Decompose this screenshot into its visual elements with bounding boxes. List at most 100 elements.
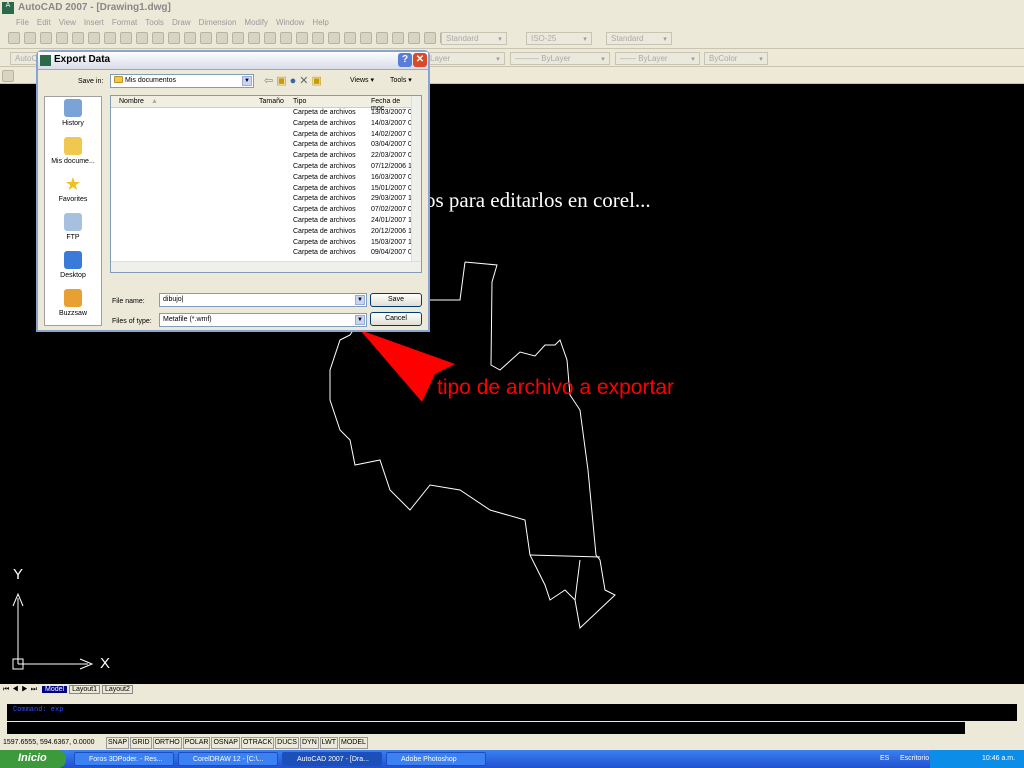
menu-format[interactable]: Format [112,16,137,29]
toolbar-button[interactable] [312,32,324,44]
status-toggle-dyn[interactable]: DYN [299,737,319,749]
tab-nav-arrows[interactable]: ⏮◀▶⏭ [0,686,40,693]
toolbar-button[interactable] [296,32,308,44]
place-favorites[interactable]: ★ Favorites [45,173,101,211]
toolbar-button[interactable] [376,32,388,44]
toolbar-button[interactable] [264,32,276,44]
toolbar-button[interactable] [280,32,292,44]
toolbar-button[interactable] [72,32,84,44]
toolbar-button[interactable] [152,32,164,44]
text-style-combo[interactable]: Standard ▾ [441,32,507,45]
file-row[interactable]: IncompleteCarpeta de archivos24/01/2007 … [111,216,421,227]
file-row[interactable]: DELL 670Carpeta de archivos15/01/2007 0 [111,184,421,195]
menu-draw[interactable]: Draw [172,16,191,29]
menu-insert[interactable]: Insert [84,16,104,29]
toolbar-button[interactable] [136,32,148,44]
toolbar-button[interactable] [104,32,116,44]
horizontal-scrollbar[interactable] [111,261,421,272]
file-row[interactable]: curitibaCarpeta de archivos07/12/2006 1 [111,162,421,173]
dim-style-combo[interactable]: ISO-25 ▾ [526,32,592,45]
file-row[interactable]: Corel User FilesCarpeta de archivos22/03… [111,151,421,162]
file-row[interactable]: Mi músicaCarpeta de archivos15/03/2007 1 [111,238,421,249]
close-button[interactable]: ✕ [413,53,427,67]
help-button[interactable]: ? [398,53,412,67]
status-toggle-model[interactable]: MODEL [339,737,368,749]
column-type[interactable]: Tipo [293,98,306,105]
vertical-scrollbar[interactable] [411,96,421,261]
toolbar-button[interactable] [248,32,260,44]
toolbar-button[interactable] [24,32,36,44]
menu-modify[interactable]: Modify [244,16,268,29]
toolbar-button[interactable] [168,32,180,44]
status-toggle-osnap[interactable]: OSNAP [211,737,240,749]
toolbar-button[interactable] [424,32,436,44]
toolbar-button[interactable] [200,32,212,44]
status-toggle-grid[interactable]: GRID [130,737,152,749]
task-coreldraw[interactable]: CorelDRAW 12 - [C:\... [178,752,278,766]
file-row[interactable]: AdobeStockPhotosCarpeta de archivos14/03… [111,119,421,130]
toolbar-button[interactable] [328,32,340,44]
desktop-toolbar[interactable]: Escritorio [900,755,929,762]
toolbar-button[interactable] [120,32,132,44]
status-toggle-ducs[interactable]: DUCS [275,737,299,749]
file-row[interactable]: Alcohol 120%Carpeta de archivos14/02/200… [111,130,421,141]
status-toggle-snap[interactable]: SNAP [106,737,130,749]
up-folder-icon[interactable]: ▣ [276,75,289,87]
toolbar-button[interactable] [56,32,68,44]
back-icon[interactable]: ⇦ [264,75,276,87]
file-type-select[interactable]: Metafile (*.wmf) ▼ [159,313,367,327]
status-toggle-ortho[interactable]: ORTHO [152,737,182,749]
plotstyle-combo[interactable]: ByColor ▾ [704,52,768,65]
lineweight-combo[interactable]: —— ByLayer ▾ [615,52,700,65]
new-folder-icon[interactable]: ▣ [312,75,325,87]
place-history[interactable]: History [45,97,101,135]
task-autocad[interactable]: AutoCAD 2007 - [Dra... [282,752,382,766]
toolbar-button[interactable] [2,70,14,82]
toolbar-button[interactable] [360,32,372,44]
menu-edit[interactable]: Edit [37,16,51,29]
menu-window[interactable]: Window [276,16,304,29]
task-foros[interactable]: Foros 3DPoder. - Res... [74,752,174,766]
linetype-combo[interactable]: ——— ByLayer ▾ [510,52,610,65]
task-photoshop[interactable]: Adobe Photoshop [386,752,486,766]
file-row[interactable]: herreriasCarpeta de archivos07/02/2007 0 [111,205,421,216]
column-size[interactable]: Tamaño [259,98,284,105]
toolbar-button[interactable] [88,32,100,44]
toolbar-button[interactable] [184,32,196,44]
toolbar-button[interactable] [40,32,52,44]
toolbar-button[interactable] [344,32,356,44]
delete-icon[interactable]: ✕ [299,75,311,87]
save-button[interactable]: Save [370,293,422,307]
cancel-button[interactable]: Cancel [370,312,422,326]
file-row[interactable]: CyberlinkCarpeta de archivos16/03/2007 0 [111,173,421,184]
file-row[interactable]: 3dsmaxCarpeta de archivos13/03/2007 0 [111,108,421,119]
place-desktop[interactable]: Desktop [45,249,101,287]
tab-model[interactable]: Model [42,686,68,693]
start-button[interactable]: Inicio [0,750,66,768]
toolbar-button[interactable] [408,32,420,44]
menu-dimension[interactable]: Dimension [199,16,237,29]
file-row[interactable]: mayaCarpeta de archivos20/12/2006 1 [111,227,421,238]
toolbar-button[interactable] [392,32,404,44]
menu-tools[interactable]: Tools [145,16,164,29]
toolbar-button[interactable] [216,32,228,44]
menu-help[interactable]: Help [312,16,328,29]
toolbar-button[interactable] [232,32,244,44]
search-web-icon[interactable]: ● [290,75,300,87]
menu-file[interactable]: File [16,16,29,29]
column-name[interactable]: Nombre [119,98,144,105]
tools-menu[interactable]: Tools ▾ [390,76,412,84]
place-my-documents[interactable]: Mis docume... [45,135,101,173]
tab-layout1[interactable]: Layout1 [69,685,100,694]
file-row[interactable]: fotos imeplanCarpeta de archivos29/03/20… [111,194,421,205]
tab-layout2[interactable]: Layout2 [101,685,133,694]
status-toggle-otrack[interactable]: OTRACK [240,737,275,749]
file-row[interactable]: Mis archivos recibidosCarpeta de archivo… [111,248,421,259]
views-menu[interactable]: Views ▾ [350,76,374,84]
file-row[interactable]: coparmexCarpeta de archivos03/04/2007 0 [111,140,421,151]
layer-combo[interactable]: Layer ▾ [425,52,505,65]
command-input[interactable] [7,722,965,734]
status-toggle-polar[interactable]: POLAR [182,737,211,749]
table-style-combo[interactable]: Standard ▾ [606,32,672,45]
place-ftp[interactable]: FTP [45,211,101,249]
